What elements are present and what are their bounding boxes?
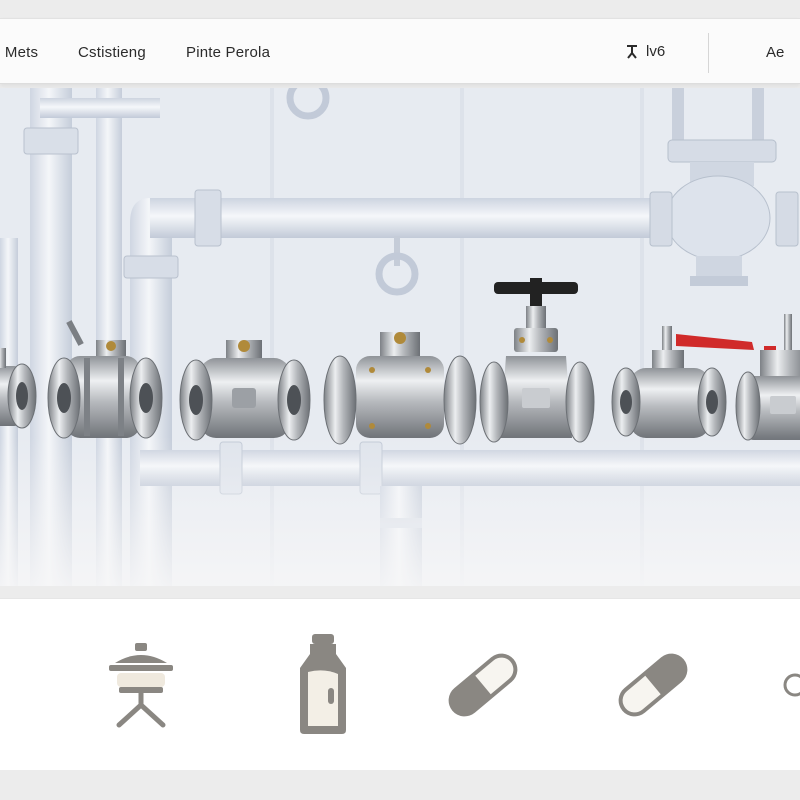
valve-stand-icon: [109, 643, 173, 728]
circle-icon: [783, 673, 800, 697]
hero-banner: [0, 88, 800, 586]
nav-item-1[interactable]: o Mets: [0, 44, 38, 61]
user-icon: [627, 44, 637, 59]
top-nav-bar: o Mets Cstistieng Pinte Perola lv6 Ae: [0, 18, 800, 84]
account-menu[interactable]: lv6: [624, 43, 665, 60]
nav-item-3[interactable]: Pinte Perola: [186, 44, 270, 61]
category-row: [0, 598, 800, 770]
hero-fade: [0, 436, 800, 586]
gauge-icon: [0, 655, 30, 715]
category-tile-capsule-1[interactable]: [438, 599, 528, 771]
language-selector[interactable]: Ae: [766, 44, 784, 61]
capsule-icon: [618, 653, 688, 717]
app-window: o Mets Cstistieng Pinte Perola lv6 Ae: [0, 0, 800, 800]
category-tile-circle[interactable]: [780, 599, 800, 771]
category-tile-gauge[interactable]: [0, 599, 30, 771]
account-label: lv6: [646, 43, 666, 60]
bottle-icon: [300, 634, 346, 734]
category-tile-bottle[interactable]: [278, 599, 368, 771]
capsule-icon: [448, 653, 518, 717]
category-tile-capsule-2[interactable]: [608, 599, 698, 771]
nav-item-2[interactable]: Cstistieng: [78, 44, 146, 61]
category-tile-valve-stand[interactable]: [96, 599, 186, 771]
header-divider: [708, 33, 709, 73]
